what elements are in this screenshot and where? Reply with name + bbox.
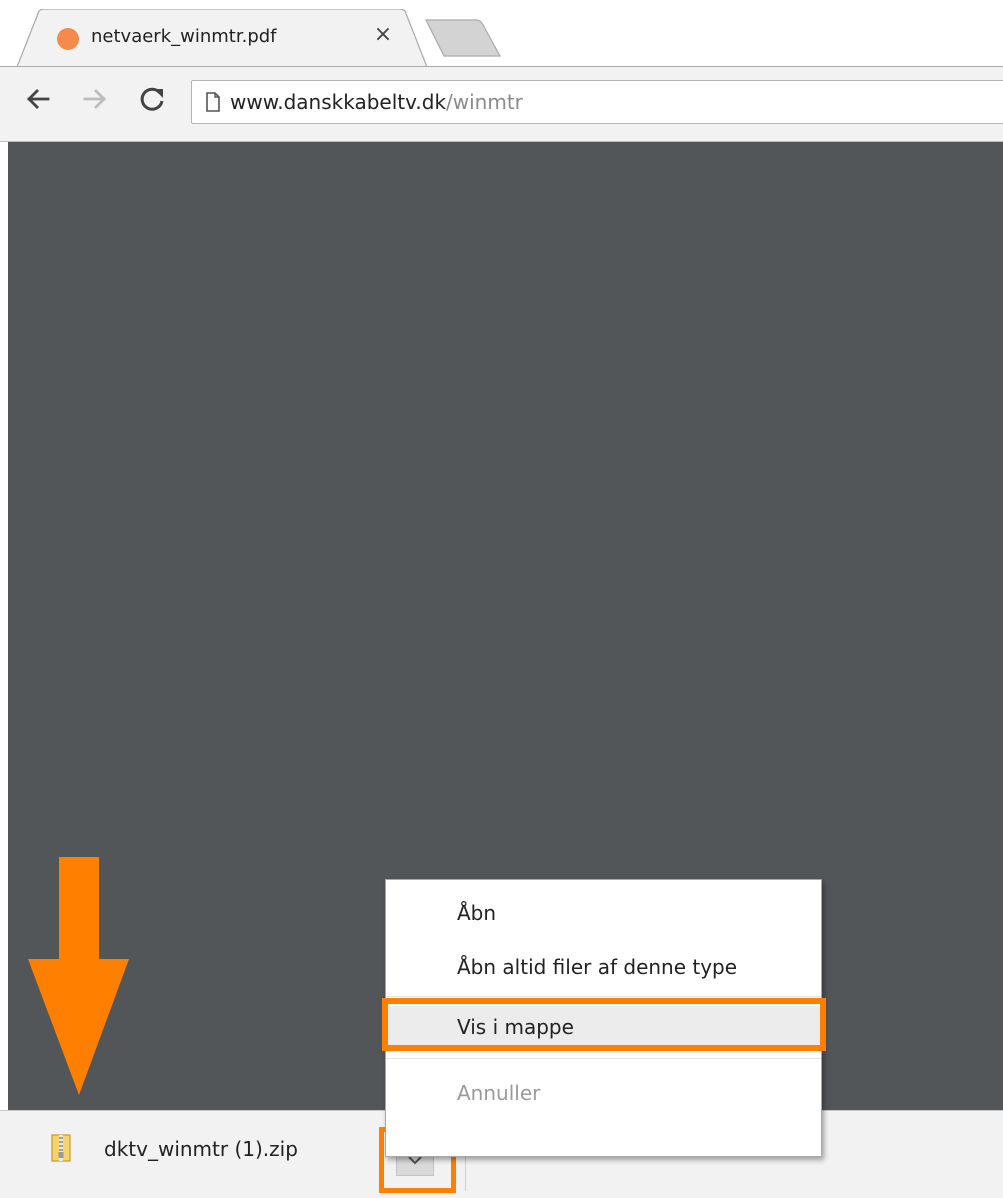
address-bar[interactable]: www.danskkabeltv.dk/winmtr xyxy=(191,80,1003,124)
menu-item-always-open[interactable]: Åbn altid filer af denne type xyxy=(386,946,821,988)
download-file-name[interactable]: dktv_winmtr (1).zip xyxy=(104,1137,298,1161)
down-arrow-annotation-icon xyxy=(28,857,129,1095)
menu-item-open[interactable]: Åbn xyxy=(386,892,821,934)
zip-archive-icon xyxy=(51,1134,71,1162)
pdf-favicon-icon xyxy=(57,28,79,50)
menu-item-cancel: Annuller xyxy=(457,1081,541,1105)
page-icon xyxy=(206,92,220,112)
menu-separator xyxy=(386,1058,821,1059)
browser-toolbar: www.danskkabeltv.dk/winmtr xyxy=(0,66,1003,142)
menu-separator xyxy=(386,996,821,997)
url-path: /winmtr xyxy=(446,90,523,114)
reload-icon[interactable] xyxy=(134,81,170,117)
url-text: www.danskkabeltv.dk/winmtr xyxy=(230,90,523,114)
annotation-highlight-frame xyxy=(382,998,826,1051)
tab-strip: netvaerk_winmtr.pdf × xyxy=(0,0,1003,67)
browser-tab[interactable]: netvaerk_winmtr.pdf × xyxy=(17,9,427,67)
back-arrow-icon[interactable] xyxy=(20,81,56,117)
url-host: www.danskkabeltv.dk xyxy=(230,90,447,114)
forward-arrow-icon[interactable] xyxy=(77,81,113,117)
new-tab-button[interactable] xyxy=(424,18,504,58)
close-tab-icon[interactable]: × xyxy=(371,23,395,47)
tab-title: netvaerk_winmtr.pdf xyxy=(91,26,277,47)
